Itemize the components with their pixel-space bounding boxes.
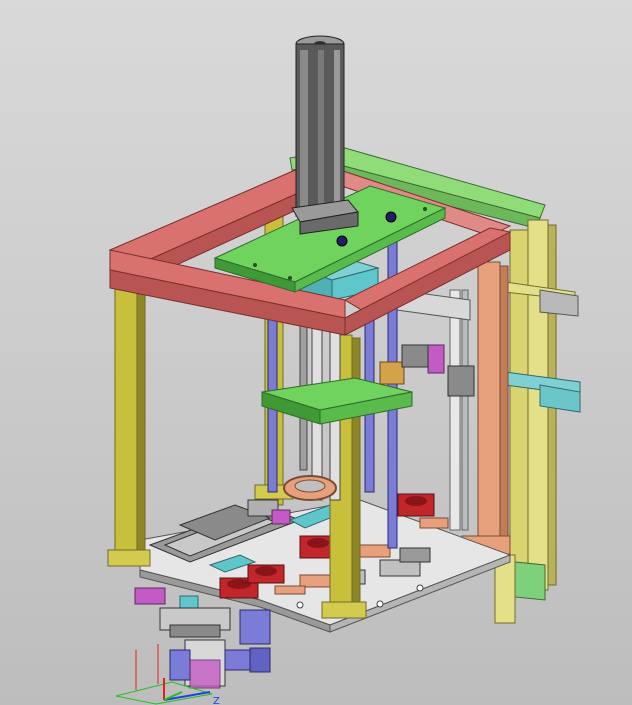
machine-assembly-model[interactable] <box>0 0 632 705</box>
ring-part-hole <box>294 479 326 493</box>
coordinate-triad: Z <box>115 644 220 705</box>
front-left-post <box>107 284 151 567</box>
triad-z-label: Z <box>213 696 220 705</box>
cad-viewport[interactable]: Z <box>0 0 632 705</box>
main-air-cylinder <box>291 35 359 235</box>
